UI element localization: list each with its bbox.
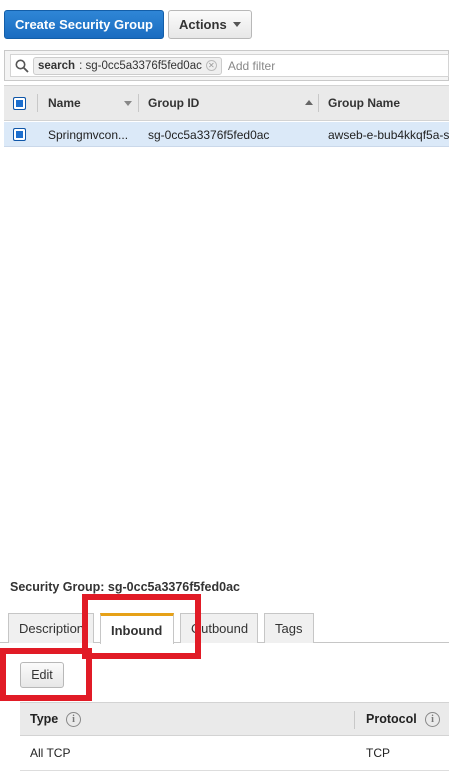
- table-row[interactable]: Springmvcon... sg-0cc5a3376f5fed0ac awse…: [4, 122, 449, 147]
- column-divider: [138, 94, 139, 112]
- detail-title: Security Group: sg-0cc5a3376f5fed0ac: [10, 580, 240, 594]
- highlight-box-inbound: [82, 594, 201, 659]
- row-name: Springmvcon...: [48, 127, 129, 142]
- add-filter-placeholder[interactable]: Add filter: [228, 59, 275, 73]
- detail-tabs: Description Inbound Outbound Tags: [0, 613, 449, 644]
- info-icon[interactable]: i: [425, 712, 440, 727]
- rule-protocol: TCP: [366, 746, 390, 760]
- column-header-group-id[interactable]: Group ID: [148, 86, 199, 120]
- filter-token[interactable]: search : sg-0cc5a3376f5fed0ac ✕: [33, 56, 222, 75]
- create-security-group-button[interactable]: Create Security Group: [4, 10, 164, 39]
- toolbar: Create Security Group Actions: [4, 10, 252, 39]
- column-header-group-name[interactable]: Group Name: [328, 86, 400, 120]
- column-divider: [318, 94, 319, 112]
- tab-tags[interactable]: Tags: [264, 613, 314, 643]
- rules-table-header: Type i Protocol i: [20, 702, 449, 736]
- info-icon[interactable]: i: [66, 712, 81, 727]
- column-divider: [37, 94, 38, 112]
- tab-tags-label: Tags: [275, 621, 303, 636]
- select-all-checkbox[interactable]: [13, 97, 26, 110]
- column-header-name[interactable]: Name: [48, 86, 81, 120]
- row-group-name: awseb-e-bub4kkqf5a-st: [328, 127, 449, 142]
- chevron-down-icon: [232, 22, 241, 27]
- filter-token-value: : sg-0cc5a3376f5fed0ac: [79, 59, 202, 72]
- close-icon[interactable]: ✕: [205, 60, 217, 71]
- actions-dropdown-button[interactable]: Actions: [168, 10, 252, 39]
- column-divider: [354, 711, 355, 729]
- table-header: Name Group ID Group Name: [4, 85, 449, 121]
- row-group-id: sg-0cc5a3376f5fed0ac: [148, 127, 270, 142]
- actions-label: Actions: [179, 17, 227, 32]
- highlight-box-edit: [0, 648, 92, 701]
- table-row: All TCP TCP: [20, 737, 449, 771]
- tab-description-label: Description: [19, 621, 85, 636]
- sort-icon[interactable]: [124, 101, 132, 106]
- filter-token-key: search: [38, 59, 76, 72]
- sort-icon[interactable]: [305, 100, 313, 105]
- column-header-protocol: Protocol: [366, 712, 417, 726]
- rule-type: All TCP: [30, 746, 71, 760]
- row-checkbox[interactable]: [13, 128, 26, 141]
- search-icon: [11, 55, 33, 77]
- search-input[interactable]: search : sg-0cc5a3376f5fed0ac ✕ Add filt…: [10, 54, 449, 77]
- column-header-type: Type: [30, 712, 59, 726]
